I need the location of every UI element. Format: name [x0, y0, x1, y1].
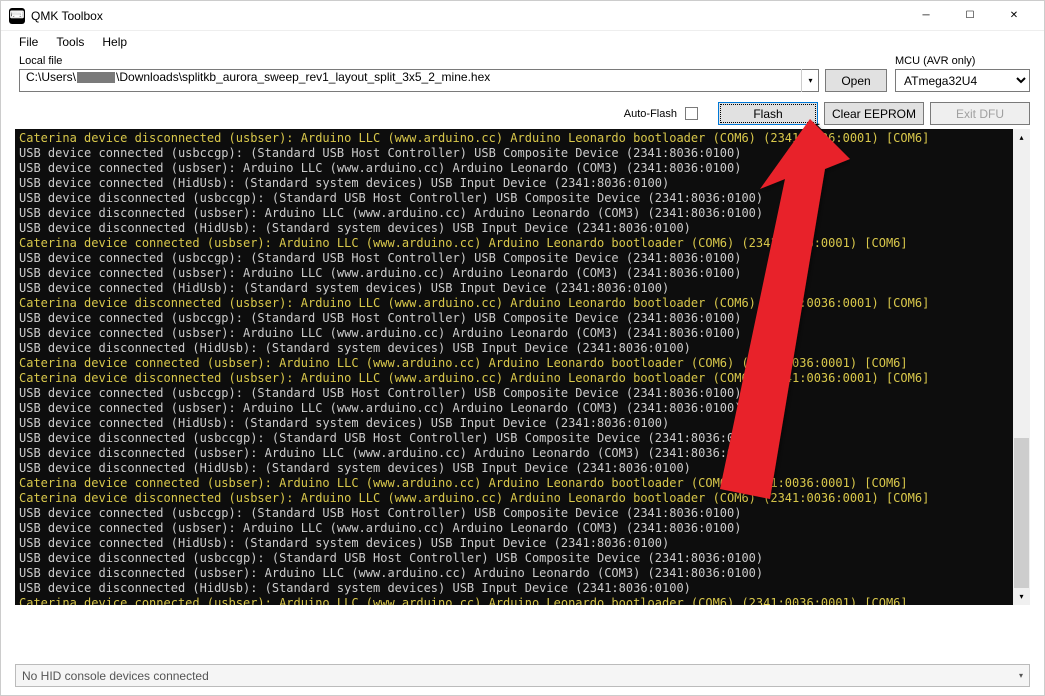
app-window: ⌨ QMK Toolbox ─ ☐ ✕ File Tools Help Loca…: [0, 0, 1045, 696]
console-line: USB device disconnected (usbccgp): (Stan…: [19, 191, 1026, 206]
close-button[interactable]: ✕: [992, 2, 1036, 30]
scroll-thumb[interactable]: [1014, 438, 1029, 588]
status-bar[interactable]: No HID console devices connected ▾: [15, 664, 1030, 687]
file-path-input[interactable]: C:\Users\\Downloads\splitkb_aurora_sweep…: [19, 69, 819, 92]
console-line: Caterina device connected (usbser): Ardu…: [19, 596, 1026, 605]
console-line: USB device connected (usbccgp): (Standar…: [19, 251, 1026, 266]
auto-flash-checkbox[interactable]: [685, 107, 698, 120]
console-line: USB device disconnected (usbser): Arduin…: [19, 446, 1026, 461]
console-line: USB device connected (usbccgp): (Standar…: [19, 146, 1026, 161]
mcu-label: MCU (AVR only): [895, 55, 1030, 67]
status-dropdown-icon[interactable]: ▾: [1019, 671, 1023, 680]
action-row: Auto-Flash Flash Clear EEPROM Exit DFU: [1, 96, 1044, 129]
console-line: USB device disconnected (HidUsb): (Stand…: [19, 221, 1026, 236]
window-controls: ─ ☐ ✕: [904, 2, 1036, 30]
console-line: USB device disconnected (usbser): Arduin…: [19, 206, 1026, 221]
console-line: Caterina device disconnected (usbser): A…: [19, 371, 1026, 386]
flash-button[interactable]: Flash: [718, 102, 818, 125]
menu-file[interactable]: File: [11, 33, 46, 51]
console-line: USB device connected (usbser): Arduino L…: [19, 326, 1026, 341]
exit-dfu-button[interactable]: Exit DFU: [930, 102, 1030, 125]
status-text: No HID console devices connected: [22, 669, 209, 683]
window-title: QMK Toolbox: [31, 9, 904, 23]
app-icon: ⌨: [9, 8, 25, 24]
scroll-down-icon[interactable]: ▾: [1013, 588, 1030, 605]
console-line: USB device disconnected (HidUsb): (Stand…: [19, 581, 1026, 596]
console-line: USB device connected (usbser): Arduino L…: [19, 521, 1026, 536]
menu-tools[interactable]: Tools: [48, 33, 92, 51]
scroll-up-icon[interactable]: ▴: [1013, 129, 1030, 146]
console-scrollbar[interactable]: ▴ ▾: [1013, 129, 1030, 605]
redacted-username: [77, 72, 115, 83]
console-line: USB device connected (usbccgp): (Standar…: [19, 506, 1026, 521]
maximize-button[interactable]: ☐: [948, 2, 992, 30]
local-file-label: Local file: [19, 55, 819, 67]
console-line: USB device connected (HidUsb): (Standard…: [19, 176, 1026, 191]
console-line: USB device disconnected (usbccgp): (Stan…: [19, 551, 1026, 566]
minimize-button[interactable]: ─: [904, 2, 948, 30]
file-row: Local file C:\Users\\Downloads\splitkb_a…: [1, 53, 1044, 96]
file-path-dropdown-icon[interactable]: ▾: [801, 69, 819, 92]
console-line: USB device connected (usbccgp): (Standar…: [19, 311, 1026, 326]
scroll-track[interactable]: [1013, 146, 1030, 588]
console-line: USB device connected (HidUsb): (Standard…: [19, 416, 1026, 431]
console-line: USB device connected (HidUsb): (Standard…: [19, 536, 1026, 551]
console-line: USB device connected (HidUsb): (Standard…: [19, 281, 1026, 296]
console-line: Caterina device disconnected (usbser): A…: [19, 131, 1026, 146]
console-line: Caterina device disconnected (usbser): A…: [19, 491, 1026, 506]
console-line: USB device disconnected (HidUsb): (Stand…: [19, 341, 1026, 356]
titlebar: ⌨ QMK Toolbox ─ ☐ ✕: [1, 1, 1044, 31]
console-line: USB device disconnected (HidUsb): (Stand…: [19, 461, 1026, 476]
auto-flash-label: Auto-Flash: [624, 108, 677, 120]
console-line: USB device disconnected (usbser): Arduin…: [19, 566, 1026, 581]
menu-help[interactable]: Help: [94, 33, 135, 51]
menubar: File Tools Help: [1, 31, 1044, 53]
console-line: USB device connected (usbser): Arduino L…: [19, 266, 1026, 281]
console-line: Caterina device connected (usbser): Ardu…: [19, 356, 1026, 371]
console-line: USB device disconnected (usbccgp): (Stan…: [19, 431, 1026, 446]
clear-eeprom-button[interactable]: Clear EEPROM: [824, 102, 924, 125]
console-line: USB device connected (usbccgp): (Standar…: [19, 386, 1026, 401]
open-button[interactable]: Open: [825, 69, 887, 92]
console-line: USB device connected (usbser): Arduino L…: [19, 161, 1026, 176]
console-line: Caterina device connected (usbser): Ardu…: [19, 236, 1026, 251]
mcu-select[interactable]: ATmega32U4: [895, 69, 1030, 92]
console-area: ↖ Caterina device disconnected (usbser):…: [15, 129, 1030, 658]
console-line: USB device connected (usbser): Arduino L…: [19, 401, 1026, 416]
console-line: Caterina device connected (usbser): Ardu…: [19, 476, 1026, 491]
console-output[interactable]: Caterina device disconnected (usbser): A…: [15, 129, 1030, 605]
console-line: Caterina device disconnected (usbser): A…: [19, 296, 1026, 311]
